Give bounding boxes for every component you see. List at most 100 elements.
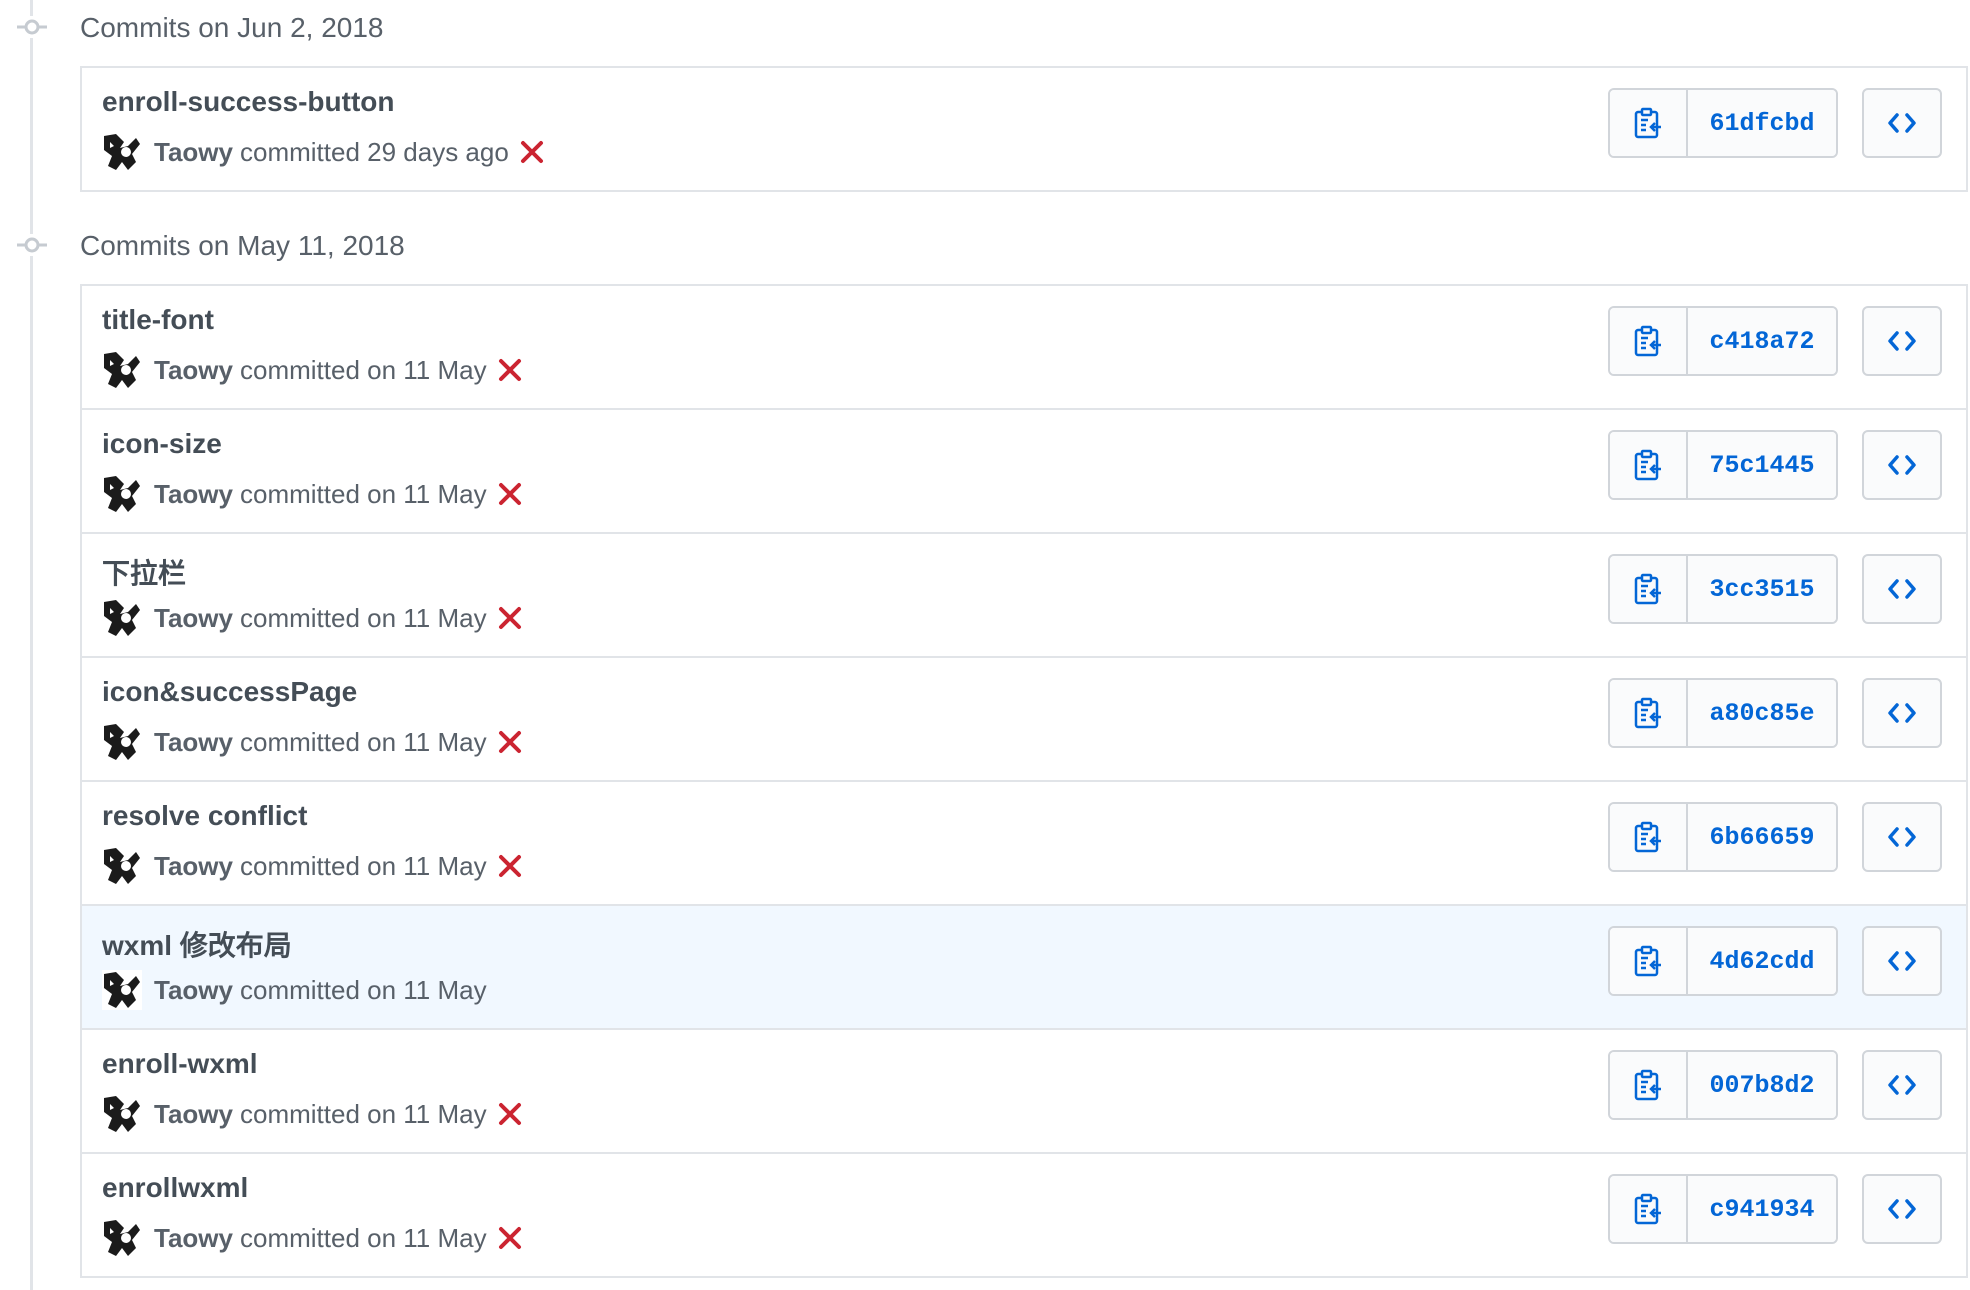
commit-time: committed on 11 May (239, 974, 487, 1005)
x-icon[interactable] (519, 139, 545, 165)
commit-row: icon-size Taowy committed on 11 May 75c1… (82, 408, 1966, 532)
commit-time: committed on 11 May (239, 726, 487, 757)
code-icon (1888, 1075, 1916, 1095)
commit-list: enroll-success-button Taowy committed 29… (80, 66, 1968, 192)
author-link[interactable]: Taowy (154, 479, 233, 510)
commit-row: enrollwxml Taowy committed on 11 May c94… (82, 1152, 1966, 1276)
commit-sha-link[interactable]: a80c85e (1688, 680, 1836, 746)
commit-sha-button-group: 007b8d2 (1608, 1050, 1838, 1120)
author-avatar[interactable] (102, 722, 142, 762)
commit-sha-button-group: 4d62cdd (1608, 926, 1838, 996)
group-date-title: Commits on Jun 2, 2018 (80, 12, 384, 43)
commit-row: resolve conflict Taowy committed on 11 M… (82, 780, 1966, 904)
x-icon[interactable] (497, 853, 523, 879)
browse-repo-button[interactable] (1862, 926, 1942, 996)
commit-sha-link[interactable]: 6b66659 (1688, 804, 1836, 870)
x-icon[interactable] (497, 357, 523, 383)
code-icon (1888, 579, 1916, 599)
copy-sha-button[interactable] (1610, 928, 1688, 994)
author-link[interactable]: Taowy (154, 851, 233, 882)
code-icon (1888, 331, 1916, 351)
commit-sha-button-group: 6b66659 (1608, 802, 1838, 872)
browse-repo-button[interactable] (1862, 1174, 1942, 1244)
commit-sha-link[interactable]: 61dfcbd (1688, 90, 1836, 156)
author-avatar[interactable] (102, 132, 142, 172)
commit-sha-link[interactable]: 007b8d2 (1688, 1052, 1836, 1118)
commit-meta: Taowy committed on 11 May (102, 1218, 523, 1258)
author-avatar[interactable] (102, 1218, 142, 1258)
commit-time: committed on 11 May (239, 850, 487, 881)
commit-row: title-font Taowy committed on 11 May c41… (82, 286, 1966, 408)
author-avatar[interactable] (102, 970, 142, 1010)
copy-sha-button[interactable] (1610, 1052, 1688, 1118)
author-link[interactable]: Taowy (154, 355, 233, 386)
clippy-icon (1634, 1069, 1661, 1101)
browse-repo-button[interactable] (1862, 306, 1942, 376)
author-link[interactable]: Taowy (154, 137, 233, 168)
git-commit-icon (17, 234, 47, 256)
x-icon[interactable] (497, 481, 523, 507)
clippy-icon (1634, 325, 1661, 357)
x-icon[interactable] (497, 1101, 523, 1127)
commit-sha-link[interactable]: 4d62cdd (1688, 928, 1836, 994)
browse-repo-button[interactable] (1862, 88, 1942, 158)
clippy-icon (1634, 945, 1661, 977)
commit-title-link[interactable]: icon-size (102, 428, 222, 460)
copy-sha-button[interactable] (1610, 680, 1688, 746)
commit-title-link[interactable]: wxml 修改布局 (102, 924, 292, 964)
copy-sha-button[interactable] (1610, 308, 1688, 374)
copy-sha-button[interactable] (1610, 1176, 1688, 1242)
author-avatar[interactable] (102, 350, 142, 390)
copy-sha-button[interactable] (1610, 90, 1688, 156)
commit-row: enroll-success-button Taowy committed 29… (82, 68, 1966, 190)
author-avatar[interactable] (102, 846, 142, 886)
commit-sha-link[interactable]: 3cc3515 (1688, 556, 1836, 622)
commit-meta: Taowy committed on 11 May (102, 722, 523, 762)
copy-sha-button[interactable] (1610, 432, 1688, 498)
commit-title-link[interactable]: enroll-wxml (102, 1048, 258, 1080)
author-link[interactable]: Taowy (154, 727, 233, 758)
commit-sha-button-group: 3cc3515 (1608, 554, 1838, 624)
commit-sha-button-group: 75c1445 (1608, 430, 1838, 500)
code-icon (1888, 827, 1916, 847)
browse-repo-button[interactable] (1862, 678, 1942, 748)
copy-sha-button[interactable] (1610, 804, 1688, 870)
clippy-icon (1634, 107, 1661, 139)
commit-title-link[interactable]: icon&successPage (102, 676, 357, 708)
author-avatar[interactable] (102, 474, 142, 514)
x-icon[interactable] (497, 729, 523, 755)
commit-meta: Taowy committed on 11 May (102, 1094, 523, 1134)
commit-title-link[interactable]: 下拉栏 (102, 552, 186, 592)
commit-title-link[interactable]: enrollwxml (102, 1172, 248, 1204)
browse-repo-button[interactable] (1862, 554, 1942, 624)
commit-time: committed on 11 May (239, 354, 487, 385)
author-link[interactable]: Taowy (154, 975, 233, 1006)
commit-meta: Taowy committed 29 days ago (102, 132, 545, 172)
commit-sha-link[interactable]: 75c1445 (1688, 432, 1836, 498)
x-icon[interactable] (497, 1225, 523, 1251)
commit-time: committed on 11 May (239, 1098, 487, 1129)
commit-time: committed 29 days ago (239, 136, 509, 167)
browse-repo-button[interactable] (1862, 802, 1942, 872)
code-icon (1888, 113, 1916, 133)
browse-repo-button[interactable] (1862, 430, 1942, 500)
code-icon (1888, 951, 1916, 971)
browse-repo-button[interactable] (1862, 1050, 1942, 1120)
commit-time: committed on 11 May (239, 1222, 487, 1253)
x-icon[interactable] (497, 605, 523, 631)
commit-title-link[interactable]: title-font (102, 304, 214, 336)
author-avatar[interactable] (102, 1094, 142, 1134)
commit-title-link[interactable]: resolve conflict (102, 800, 307, 832)
code-icon (1888, 1199, 1916, 1219)
author-link[interactable]: Taowy (154, 1099, 233, 1130)
commit-row: 下拉栏 Taowy committed on 11 May 3cc3515 (82, 532, 1966, 656)
author-link[interactable]: Taowy (154, 603, 233, 634)
copy-sha-button[interactable] (1610, 556, 1688, 622)
commit-sha-link[interactable]: c418a72 (1688, 308, 1836, 374)
commit-sha-link[interactable]: c941934 (1688, 1176, 1836, 1242)
author-avatar[interactable] (102, 598, 142, 638)
commit-sha-button-group: 61dfcbd (1608, 88, 1838, 158)
author-link[interactable]: Taowy (154, 1223, 233, 1254)
commit-title-link[interactable]: enroll-success-button (102, 86, 394, 118)
commit-time: committed on 11 May (239, 478, 487, 509)
